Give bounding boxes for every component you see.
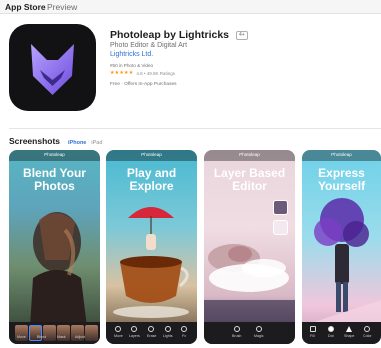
fox-logo-icon [31, 44, 74, 95]
rating-count: 4.6 • 49.9K Ratings [136, 70, 176, 76]
tool-label: Blend [37, 335, 47, 339]
tool-label: Erase [147, 334, 157, 338]
tool-label: Color [363, 334, 372, 338]
screenshot-3[interactable]: Photoleap Layer Based Editor Brush Magic [204, 150, 295, 344]
section-divider [9, 128, 381, 129]
age-rating-badge: 4+ [236, 30, 248, 40]
editor-toolbar [9, 322, 100, 344]
layers-tool-icon[interactable] [131, 326, 137, 332]
tool-label: Mask [57, 335, 66, 339]
move-tool-icon[interactable] [115, 326, 121, 332]
app-subtitle: Photo Editor & Digital Art [110, 42, 188, 49]
erase-tool-icon[interactable] [148, 326, 154, 332]
magic-tool-icon[interactable] [256, 326, 262, 332]
fx-tool-icon[interactable] [181, 326, 187, 332]
preview-label: Preview [47, 2, 78, 12]
top-bar: App Store Preview [0, 0, 381, 14]
triangle-shape-icon[interactable] [346, 326, 352, 332]
tool-label: Lights [163, 334, 173, 338]
tool-label: Layers [129, 334, 140, 338]
tool-label: Dot [328, 334, 334, 338]
screenshot-2[interactable]: Photoleap Play and Explore Move Layers E… [106, 150, 197, 344]
teacup-umbrella-illustration-icon [113, 207, 189, 318]
price-label: Free · Offers In-App Purchases [110, 82, 177, 87]
developer-link[interactable]: Lightricks Ltd. [110, 51, 153, 58]
editor-toolbar: Fill Dot Shape Color [302, 322, 381, 344]
purple-smoke-figure-illustration-icon [302, 198, 381, 326]
layer-thumbnail[interactable] [273, 200, 288, 215]
screenshot-1[interactable]: Photoleap Blend Your Photos Move Blend M… [9, 150, 100, 344]
tool-label: Adjust [75, 335, 85, 339]
tool-label: Move [17, 335, 26, 339]
layer-thumbnail[interactable] [273, 220, 288, 235]
editor-toolbar: Brush Magic [204, 322, 295, 344]
tool-label: Move [114, 334, 123, 338]
star-rating-icon: ★★★★★ [110, 70, 134, 76]
screenshots-header: Screenshots iPhone iPad [9, 136, 102, 146]
app-icon [9, 24, 96, 111]
double-exposure-portrait-icon [29, 212, 89, 344]
tool-label: Fx [182, 334, 186, 338]
lights-tool-icon[interactable] [165, 326, 171, 332]
cloud-face-illustration-icon [204, 244, 295, 322]
app-store-label: App Store [5, 2, 46, 12]
tab-ipad[interactable]: iPad [91, 140, 102, 146]
brush-tool-icon[interactable] [234, 326, 240, 332]
fill-tool-icon[interactable] [310, 326, 316, 332]
tool-label: Brush [232, 334, 242, 338]
editor-toolbar: Move Layers Erase Lights Fx [106, 322, 197, 344]
tab-iphone[interactable]: iPhone [68, 140, 86, 146]
filter-thumbnail[interactable] [85, 325, 98, 341]
tool-label: Shape [344, 334, 355, 338]
screenshot-4[interactable]: Photoleap Express Yourself Fill Dot Shap… [302, 150, 381, 344]
dot-tool-icon[interactable] [328, 326, 334, 332]
rating-row: ★★★★★ 4.6 • 49.9K Ratings [110, 70, 175, 76]
chart-rank: #50 in Photo & Video [110, 63, 154, 68]
color-tool-icon[interactable] [364, 326, 370, 332]
app-title: Photoleap by Lightricks [110, 29, 230, 41]
tool-label: Fill [310, 334, 315, 338]
screenshots-title: Screenshots [9, 136, 61, 146]
tool-label: Magic [254, 334, 264, 338]
